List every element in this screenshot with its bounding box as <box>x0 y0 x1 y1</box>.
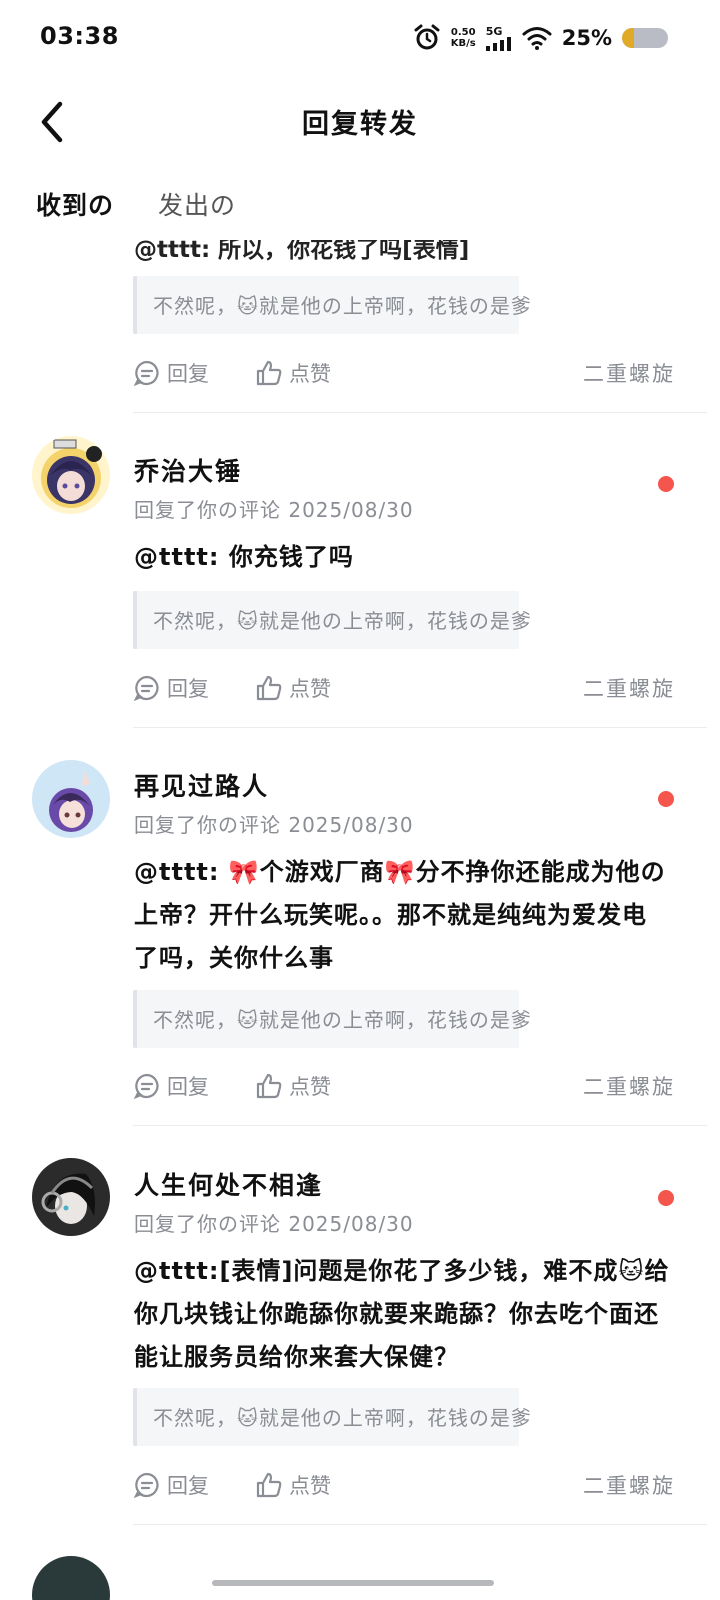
comment-text[interactable]: @tttt: 你充钱了吗 <box>134 536 670 579</box>
unread-dot <box>658 476 674 492</box>
active-tab-indicator <box>40 221 110 228</box>
quoted-comment-text: 不然呢，🐱就是他の上帝啊，花钱の是爹 <box>153 294 532 318</box>
unread-dot <box>658 791 674 807</box>
reply-button[interactable]: 回复 <box>133 668 209 708</box>
divider <box>133 1524 707 1525</box>
status-icons: 0.50 KB/s 5G 25% <box>413 22 668 54</box>
username[interactable]: 再见过路人 <box>134 767 269 803</box>
divider <box>133 412 707 413</box>
status-bar: 03:38 0.50 KB/s 5G 25% <box>0 0 720 76</box>
avatar[interactable] <box>32 1158 110 1236</box>
comment-text[interactable]: @tttt:[表情]问题是你花了多少钱，难不成🐱给你几块钱让你跪舔你就要来跪舔？… <box>134 1250 670 1379</box>
quoted-comment[interactable]: 不然呢，🐱就是他の上帝啊，花钱の是爹 <box>133 591 531 649</box>
quoted-comment[interactable]: 不然呢，🐱就是他の上帝啊，花钱の是爹 <box>133 990 531 1048</box>
notification-list[interactable]: @tttt: 所以，你花钱了吗[表情] 不然呢，🐱就是他の上帝啊，花钱の是爹 回… <box>0 236 720 1600</box>
cell-signal: 5G <box>485 24 512 51</box>
like-button[interactable]: 点赞 <box>255 668 331 708</box>
comment-text[interactable]: @tttt: 🎀个游戏厂商🎀分不挣你还能成为他の上帝？开什么玩笑呢。。那不就是纯… <box>134 851 670 980</box>
action-row: 回复 点赞 二重螺旋 <box>133 353 675 393</box>
post-author[interactable]: 二重螺旋 <box>583 353 675 393</box>
wifi-icon <box>522 27 552 50</box>
like-label: 点赞 <box>289 362 331 386</box>
net-speed-unit: KB/s <box>450 38 476 49</box>
quoted-comment-text: 不然呢，🐱就是他の上帝啊，花钱の是爹 <box>153 1406 532 1430</box>
username[interactable]: 乔治大锤 <box>134 452 242 488</box>
net-speed: 0.50 KB/s <box>451 27 476 49</box>
divider <box>133 1125 707 1126</box>
avatar[interactable] <box>32 436 110 514</box>
comment-icon <box>133 360 159 387</box>
reply-meta: 回复了你の评论 2025/08/30 <box>134 1212 414 1236</box>
tab-received[interactable]: 收到の <box>36 186 114 236</box>
reply-button[interactable]: 回复 <box>133 353 209 393</box>
reply-label: 回复 <box>167 1075 209 1099</box>
avatar[interactable] <box>32 1556 110 1600</box>
thumbs-up-icon <box>256 1073 282 1099</box>
comment-icon <box>133 675 159 702</box>
reply-label: 回复 <box>167 362 209 386</box>
comment-text: @tttt: 所以，你花钱了吗[表情] <box>134 237 470 263</box>
tab-received-label: 收到の <box>36 191 115 220</box>
battery-fill <box>622 28 634 48</box>
tab-sent-label: 发出の <box>158 191 237 220</box>
status-time: 03:38 <box>40 22 119 50</box>
post-author[interactable]: 二重螺旋 <box>583 668 675 708</box>
post-author[interactable]: 二重螺旋 <box>583 1465 675 1505</box>
network-type: 5G <box>485 24 503 38</box>
home-indicator[interactable] <box>212 1580 494 1586</box>
net-speed-value: 0.50 <box>450 27 476 38</box>
action-row: 回复 点赞 二重螺旋 <box>133 1465 675 1505</box>
tab-bar: 收到の 发出の <box>36 186 236 236</box>
like-button[interactable]: 点赞 <box>255 1066 331 1106</box>
like-button[interactable]: 点赞 <box>255 353 331 393</box>
tab-sent[interactable]: 发出の <box>158 186 236 236</box>
username[interactable]: 人生何处不相逢 <box>134 1166 323 1202</box>
reply-meta: 回复了你の评论 2025/08/30 <box>134 498 414 522</box>
thumbs-up-icon <box>256 675 282 701</box>
quoted-comment[interactable]: 不然呢，🐱就是他の上帝啊，花钱の是爹 <box>133 1388 531 1446</box>
like-label: 点赞 <box>289 1474 331 1498</box>
unread-dot <box>658 1190 674 1206</box>
thumbs-up-icon <box>256 1472 282 1498</box>
quoted-comment-text: 不然呢，🐱就是他の上帝啊，花钱の是爹 <box>153 609 532 633</box>
thumbs-up-icon <box>256 360 282 386</box>
reply-meta: 回复了你の评论 2025/08/30 <box>134 813 414 837</box>
quoted-comment[interactable]: 不然呢，🐱就是他の上帝啊，花钱の是爹 <box>133 276 531 334</box>
action-row: 回复 点赞 二重螺旋 <box>133 668 675 708</box>
comment-icon <box>133 1472 159 1499</box>
page-title: 回复转发 <box>302 109 418 140</box>
quoted-comment-text: 不然呢，🐱就是他の上帝啊，花钱の是爹 <box>153 1008 532 1032</box>
reply-label: 回复 <box>167 677 209 701</box>
title-bar: 回复转发 <box>0 84 720 160</box>
reply-button[interactable]: 回复 <box>133 1066 209 1106</box>
battery-percent: 25% <box>561 26 612 50</box>
like-button[interactable]: 点赞 <box>255 1465 331 1505</box>
battery-icon <box>622 28 668 48</box>
avatar[interactable] <box>32 760 110 838</box>
comment-icon <box>133 1073 159 1100</box>
action-row: 回复 点赞 二重螺旋 <box>133 1066 675 1106</box>
post-author[interactable]: 二重螺旋 <box>583 1066 675 1106</box>
divider <box>133 727 707 728</box>
like-label: 点赞 <box>289 677 331 701</box>
alarm-icon <box>414 24 440 50</box>
signal-icon <box>485 36 511 51</box>
like-label: 点赞 <box>289 1075 331 1099</box>
reply-label: 回复 <box>167 1474 209 1498</box>
reply-button[interactable]: 回复 <box>133 1465 209 1505</box>
